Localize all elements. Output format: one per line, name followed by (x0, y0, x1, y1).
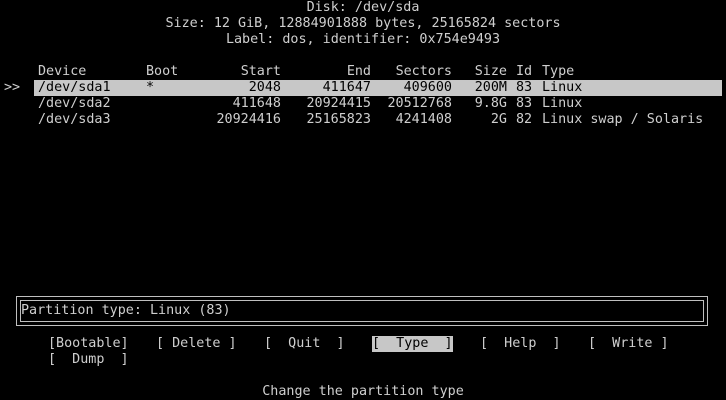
dump-button[interactable]: [ Dump ] (48, 352, 129, 368)
column-start: Start (240, 64, 281, 79)
column-type: Type (542, 64, 575, 79)
row-end: 20924415 (306, 96, 372, 111)
row-start: 20924416 (216, 112, 282, 127)
row-pointer: >> (4, 80, 21, 95)
row-size: 2G (490, 112, 507, 127)
delete-button[interactable]: [ Delete ] (156, 336, 237, 352)
row-size: 9.8G (474, 96, 507, 111)
row-device: /dev/sda3 (38, 112, 111, 127)
column-boot: Boot (146, 64, 179, 79)
row-device: /dev/sda1 (38, 80, 111, 95)
row-id: 83 (516, 96, 533, 111)
row-start: 411648 (232, 96, 281, 111)
write-button[interactable]: [ Write ] (588, 336, 669, 352)
table-row[interactable]: /dev/sda2 411648 20924415 20512768 9.8G … (0, 96, 726, 112)
row-id: 83 (516, 80, 533, 95)
column-device: Device (38, 64, 87, 79)
disk-title: Disk: /dev/sda (306, 0, 420, 15)
row-sectors: 4241408 (395, 112, 452, 127)
row-type: Linux (542, 80, 583, 95)
column-size: Size (474, 64, 507, 79)
row-type: Linux swap / Solaris (542, 112, 704, 127)
row-size: 200M (474, 80, 507, 95)
partition-type-info: Partition type: Linux (83) (21, 303, 231, 318)
row-boot: * (146, 80, 155, 95)
row-end: 411647 (322, 80, 371, 95)
table-row[interactable]: /dev/sda3 20924416 25165823 4241408 2G 8… (0, 112, 726, 128)
partition-info-panel: Partition type: Linux (83) (16, 296, 708, 326)
row-end: 25165823 (306, 112, 372, 127)
row-sectors: 409600 (403, 80, 452, 95)
quit-button[interactable]: [ Quit ] (264, 336, 345, 352)
table-header: Device Boot Start End Sectors Size Id Ty… (0, 64, 726, 80)
column-sectors: Sectors (395, 64, 452, 79)
type-button[interactable]: [ Type ] (372, 336, 453, 352)
row-id: 82 (516, 112, 533, 127)
column-id: Id (516, 64, 533, 79)
table-row[interactable]: >> /dev/sda1 * 2048 411647 409600 200M 8… (0, 80, 726, 96)
bootable-button[interactable]: [Bootable] (48, 336, 129, 352)
row-start: 2048 (248, 80, 281, 95)
disk-label-info: Label: dos, identifier: 0x754e9493 (225, 32, 501, 47)
column-end: End (346, 64, 371, 79)
row-device: /dev/sda2 (38, 96, 111, 111)
disk-size-info: Size: 12 GiB, 12884901888 bytes, 2516582… (165, 16, 561, 31)
row-type: Linux (542, 96, 583, 111)
help-button[interactable]: [ Help ] (480, 336, 561, 352)
row-sectors: 20512768 (387, 96, 453, 111)
status-hint: Change the partition type (262, 384, 464, 399)
